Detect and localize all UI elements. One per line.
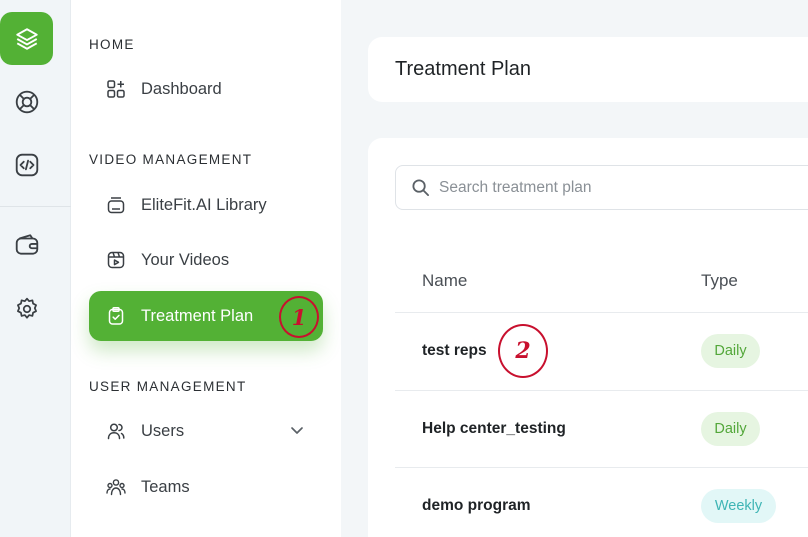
- teams-icon: [106, 477, 126, 497]
- sidebar-item-your-videos[interactable]: Your Videos: [89, 235, 323, 285]
- gear-icon: [16, 297, 37, 319]
- column-header-name[interactable]: Name: [422, 271, 467, 291]
- sidebar-item-elitefit-library[interactable]: EliteFit.AI Library: [89, 180, 323, 230]
- users-icon: [106, 421, 126, 441]
- sidebar-item-label: Your Videos: [141, 250, 230, 269]
- row-divider: [395, 467, 808, 468]
- gear-icon-button[interactable]: [0, 282, 53, 335]
- type-badge: Daily: [701, 334, 760, 368]
- sidebar-item-teams[interactable]: Teams: [89, 462, 323, 512]
- sidebar-item-label: EliteFit.AI Library: [141, 195, 267, 214]
- sidebar-item-dashboard[interactable]: Dashboard: [89, 64, 323, 114]
- section-title-video-management: VIDEO MANAGEMENT: [89, 152, 253, 167]
- page-header: Treatment Plan: [368, 37, 808, 102]
- wallet-icon: [15, 233, 38, 255]
- section-title-user-management: USER MANAGEMENT: [89, 379, 247, 394]
- search-input[interactable]: [439, 178, 799, 197]
- section-title-home: HOME: [89, 37, 135, 52]
- library-icon: [106, 195, 126, 215]
- row-name: test reps: [422, 342, 487, 359]
- code-icon: [15, 153, 38, 176]
- layers-icon-button[interactable]: [0, 12, 53, 65]
- treatment-plan-card: Name Type test reps Daily Help center_te…: [368, 138, 808, 537]
- rail-divider: [0, 206, 71, 207]
- type-badge: Daily: [701, 412, 760, 446]
- lifebuoy-icon-button[interactable]: [0, 75, 53, 128]
- sidebar-item-label: Teams: [141, 477, 190, 496]
- wallet-icon-button[interactable]: [0, 218, 53, 271]
- lifebuoy-icon: [15, 90, 38, 113]
- row-divider: [395, 390, 808, 391]
- video-icon: [106, 250, 126, 270]
- layers-icon: [15, 27, 38, 50]
- clipboard-icon: [106, 306, 126, 326]
- sidebar: HOME Dashboard VIDEO MANAGEMENT EliteFit…: [71, 0, 341, 537]
- annotation-marker-2: 2: [498, 324, 548, 378]
- search-icon: [412, 179, 430, 197]
- sidebar-item-label: Dashboard: [141, 79, 222, 98]
- row-name: demo program: [422, 497, 531, 514]
- search-box[interactable]: [395, 165, 808, 210]
- code-icon-button[interactable]: [0, 138, 53, 191]
- sidebar-item-label: Users: [141, 421, 185, 440]
- sidebar-item-label: Treatment Plan: [141, 306, 254, 325]
- chevron-down-icon[interactable]: [289, 422, 305, 438]
- page-title: Treatment Plan: [395, 58, 531, 80]
- icon-rail: [0, 0, 71, 537]
- row-name: Help center_testing: [422, 420, 566, 437]
- dashboard-icon: [106, 79, 126, 99]
- type-badge: Weekly: [701, 489, 776, 523]
- column-header-type[interactable]: Type: [701, 271, 738, 291]
- annotation-marker-1: 1: [279, 296, 319, 338]
- sidebar-item-users[interactable]: Users: [89, 406, 323, 456]
- row-divider: [395, 312, 808, 313]
